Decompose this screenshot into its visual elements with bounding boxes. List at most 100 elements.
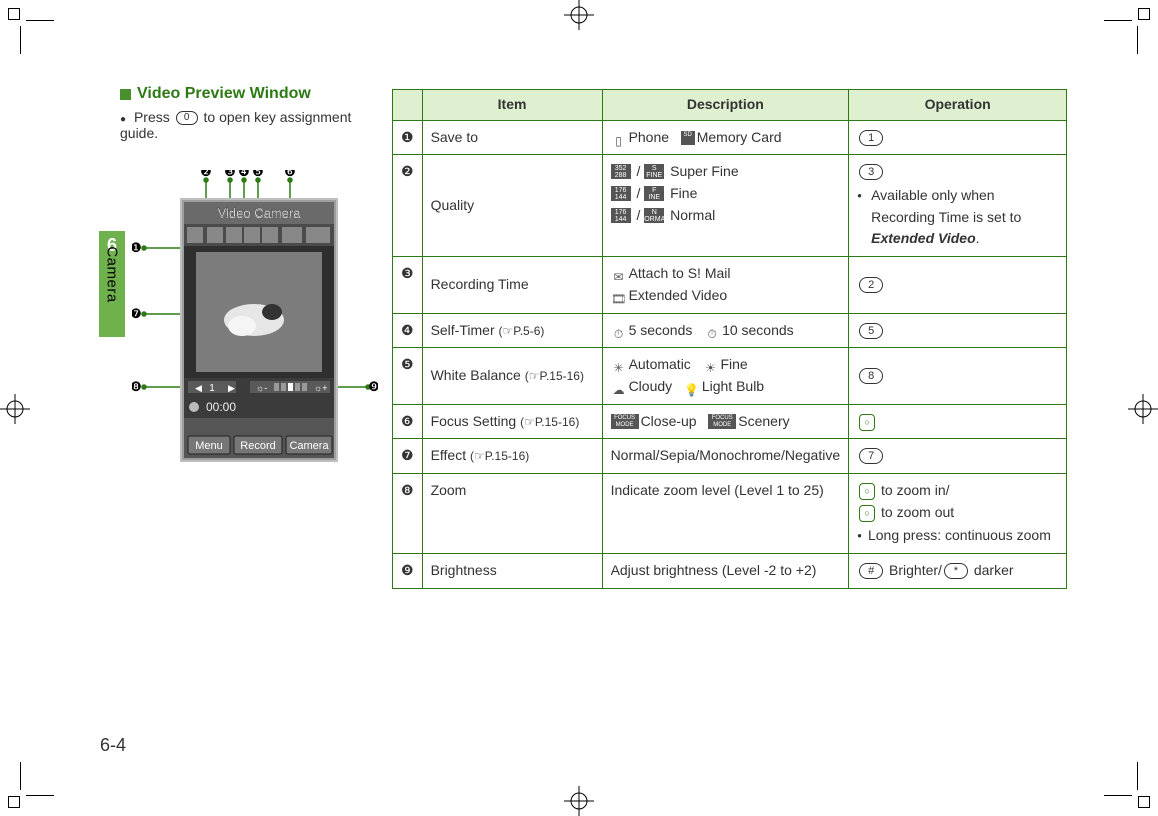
heading-sub-prefix: Press bbox=[134, 109, 170, 125]
focus-scenery-icon: FOCUSMODE bbox=[708, 414, 736, 429]
header-description: Description bbox=[602, 90, 849, 121]
page-ref: (☞P.15-16) bbox=[470, 447, 529, 466]
sfine-icon: SFINE bbox=[644, 164, 664, 179]
page-number: 6-4 bbox=[100, 735, 126, 756]
table-row: ❾ Brightness Adjust brightness (Level -2… bbox=[393, 554, 1067, 589]
heading-bullet-icon bbox=[120, 89, 131, 100]
res-176-icon: 176144 bbox=[611, 186, 631, 201]
row-item: Quality bbox=[422, 155, 602, 257]
key-2-icon: 2 bbox=[859, 277, 883, 293]
res-352-icon: 352288 bbox=[611, 164, 631, 179]
table-row: ❼ Effect (☞P.15-16) Normal/Sepia/Monochr… bbox=[393, 439, 1067, 474]
row-op: 2 bbox=[849, 257, 1067, 313]
page-ref: (☞P.15-16) bbox=[525, 367, 584, 386]
svg-text:Camera: Camera bbox=[289, 440, 329, 452]
svg-text:Video Camera: Video Camera bbox=[218, 205, 302, 220]
svg-text:❼: ❼ bbox=[132, 306, 142, 321]
row-item: Focus Setting (☞P.15-16) bbox=[422, 404, 602, 439]
svg-text:☼+: ☼+ bbox=[314, 383, 328, 393]
chapter-tab: 6 Camera bbox=[99, 231, 125, 337]
row-item: Recording Time bbox=[422, 257, 602, 313]
row-op: 5 bbox=[849, 313, 1067, 348]
row-item: Zoom bbox=[422, 473, 602, 553]
key-3-icon: 3 bbox=[859, 164, 883, 180]
table-row: ❸ Recording Time ✉Attach to S! Mail 🎞Ext… bbox=[393, 257, 1067, 313]
row-index: ❺ bbox=[393, 348, 423, 404]
crop-mark-top-right bbox=[1104, 8, 1150, 54]
timer-5-icon: ⏱ bbox=[611, 325, 627, 339]
table-row: ❻ Focus Setting (☞P.15-16) FOCUSMODEClos… bbox=[393, 404, 1067, 439]
phone-icon: ▯ bbox=[611, 132, 627, 146]
row-item: Self-Timer (☞P.5-6) bbox=[422, 313, 602, 348]
row-desc: ⏱5 seconds ⏱10 seconds bbox=[602, 313, 849, 348]
heading-title: Video Preview Window bbox=[137, 85, 311, 103]
table-header-row: Item Description Operation bbox=[393, 90, 1067, 121]
row-desc: ✳Automatic ☀Fine ☁Cloudy 💡Light Bulb bbox=[602, 348, 849, 404]
section-heading: Video Preview Window ● Press 0 to open k… bbox=[120, 85, 382, 141]
table-row: ❷ Quality 352288 / SFINE Super Fine 1761… bbox=[393, 155, 1067, 257]
row-op: 1 bbox=[849, 120, 1067, 155]
heading-subtitle: ● Press 0 to open key assignment guide. bbox=[120, 109, 382, 141]
row-op: 7 bbox=[849, 439, 1067, 474]
registration-mark-top bbox=[564, 0, 594, 30]
header-blank bbox=[393, 90, 423, 121]
row-index: ❹ bbox=[393, 313, 423, 348]
svg-text:❷: ❷ bbox=[200, 170, 212, 179]
page-ref: (☞P.15-16) bbox=[520, 413, 579, 432]
key-8-icon: 8 bbox=[859, 368, 883, 384]
nav-key-icon bbox=[859, 414, 875, 431]
row-desc: Indicate zoom level (Level 1 to 25) bbox=[602, 473, 849, 553]
table-row: ❺ White Balance (☞P.15-16) ✳Automatic ☀F… bbox=[393, 348, 1067, 404]
row-op bbox=[849, 404, 1067, 439]
row-desc: ▯Phone SDMemory Card bbox=[602, 120, 849, 155]
sd-card-icon: SD bbox=[681, 131, 695, 145]
res-176b-icon: 176144 bbox=[611, 208, 631, 223]
key-hash-icon: # bbox=[859, 563, 883, 579]
key-7-icon: 7 bbox=[859, 448, 883, 464]
row-desc: 352288 / SFINE Super Fine 176144 / FINE … bbox=[602, 155, 849, 257]
header-operation: Operation bbox=[849, 90, 1067, 121]
row-desc: Adjust brightness (Level -2 to +2) bbox=[602, 554, 849, 589]
row-item: White Balance (☞P.15-16) bbox=[422, 348, 602, 404]
table-row: ❶ Save to ▯Phone SDMemory Card 1 bbox=[393, 120, 1067, 155]
row-index: ❶ bbox=[393, 120, 423, 155]
svg-text:☼-: ☼- bbox=[256, 383, 267, 393]
nav-down-key-icon bbox=[859, 505, 875, 522]
row-index: ❻ bbox=[393, 404, 423, 439]
row-index: ❷ bbox=[393, 155, 423, 257]
row-op: to zoom in/ to zoom out Long press: cont… bbox=[849, 473, 1067, 553]
row-index: ❼ bbox=[393, 439, 423, 474]
row-desc: ✉Attach to S! Mail 🎞Extended Video bbox=[602, 257, 849, 313]
svg-text:❸: ❸ bbox=[224, 170, 236, 179]
row-item: Brightness bbox=[422, 554, 602, 589]
wb-fine-icon: ☀ bbox=[702, 359, 718, 373]
page: 6 Camera Video Preview Window ● Press 0 … bbox=[0, 0, 1158, 816]
row-index: ❽ bbox=[393, 473, 423, 553]
normal-icon: NORMAL bbox=[644, 208, 664, 223]
wb-auto-icon: ✳ bbox=[611, 359, 627, 373]
focus-closeup-icon: FOCUSMODE bbox=[611, 414, 639, 429]
row-desc: Normal/Sepia/Monochrome/Negative bbox=[602, 439, 849, 474]
row-op: 8 bbox=[849, 348, 1067, 404]
row-op: 3 Available only when Recording Time is … bbox=[849, 155, 1067, 257]
svg-text:❺: ❺ bbox=[252, 170, 264, 179]
registration-mark-left bbox=[0, 394, 30, 424]
crop-mark-bottom-left bbox=[8, 762, 54, 808]
fine-icon: FINE bbox=[644, 186, 664, 201]
registration-mark-bottom bbox=[564, 786, 594, 816]
chapter-label: Camera bbox=[104, 246, 121, 302]
crop-mark-top-left bbox=[8, 8, 54, 54]
mail-attach-icon: ✉ bbox=[611, 268, 627, 282]
row-item: Effect (☞P.15-16) bbox=[422, 439, 602, 474]
table-row: ❽ Zoom Indicate zoom level (Level 1 to 2… bbox=[393, 473, 1067, 553]
svg-text:Record: Record bbox=[240, 440, 275, 452]
key-1-icon: 1 bbox=[859, 130, 883, 146]
row-index: ❸ bbox=[393, 257, 423, 313]
timer-10-icon: ⏱ bbox=[704, 325, 720, 339]
video-preview-figure: ❶ ❷ ❸ ❹ ❺ ❻ ❼ ❽ ❾ Video Camera Video Cam… bbox=[132, 170, 378, 470]
row-item: Save to bbox=[422, 120, 602, 155]
registration-mark-right bbox=[1128, 394, 1158, 424]
svg-text:00:00: 00:00 bbox=[206, 400, 236, 414]
svg-text:Menu: Menu bbox=[195, 440, 223, 452]
svg-text:1: 1 bbox=[209, 383, 215, 394]
